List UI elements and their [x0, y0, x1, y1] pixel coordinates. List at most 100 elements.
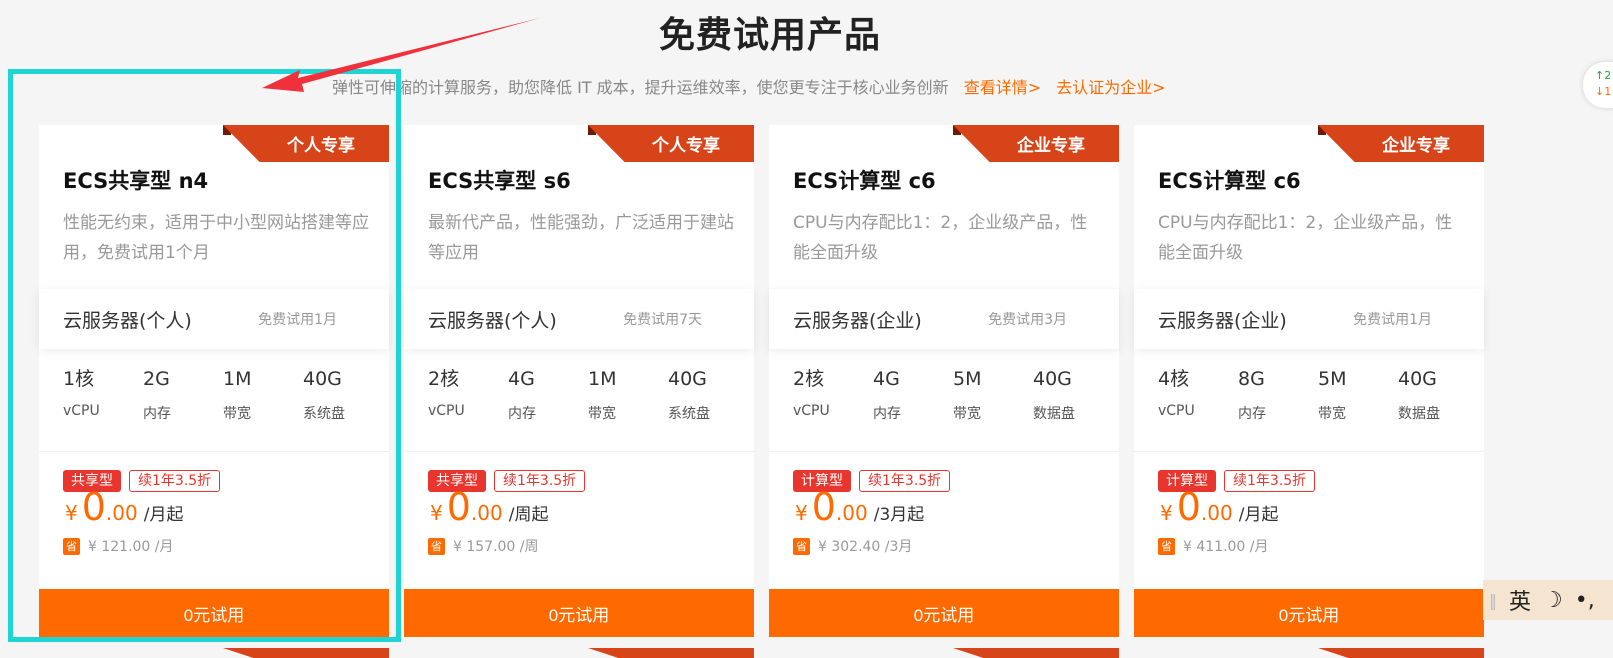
price-decimal: .00: [105, 501, 138, 525]
divider: [404, 451, 754, 452]
plan-row[interactable]: 云服务器(企业) 免费试用1月: [1134, 289, 1484, 349]
spec-unit: vCPU: [428, 403, 465, 419]
spec-value: 1M: [223, 368, 252, 390]
save-icon: 省: [1158, 537, 1175, 555]
ribbon-badge: 企业专享: [953, 125, 1119, 162]
price-integer: 0: [811, 485, 836, 529]
product-card: 个人专享 ECS共享型 n4 性能无约束，适用于中小型网站搭建等应用，免费试用1…: [39, 125, 389, 637]
spec-cpu: 2核 vCPU: [793, 363, 873, 423]
spec-cpu: 4核 vCPU: [1158, 363, 1238, 423]
spec-value: 40G: [1398, 368, 1437, 390]
plan-trial: 免费试用7天: [623, 312, 702, 328]
spec-disk: 40G 数据盘: [1033, 363, 1113, 423]
spec-value: 4G: [873, 368, 900, 390]
divider: [1134, 451, 1484, 452]
currency-symbol: ¥: [65, 501, 78, 525]
next-row-ribbon: [223, 648, 389, 658]
view-details-link[interactable]: 查看详情>: [964, 78, 1041, 97]
price-decimal: .00: [470, 501, 503, 525]
original-price-line: 省 ¥ 121.00 /月: [63, 536, 174, 556]
spec-value: 1核: [63, 368, 95, 390]
moon-icon[interactable]: ☽: [1543, 588, 1563, 613]
ribbon-badge: 企业专享: [1318, 125, 1484, 162]
save-icon: 省: [428, 537, 445, 555]
spec-value: 40G: [1033, 368, 1072, 390]
price-integer: 0: [1176, 485, 1201, 529]
product-cards: 个人专享 ECS共享型 n4 性能无约束，适用于中小型网站搭建等应用，免费试用1…: [39, 125, 1519, 637]
spec-list: 2核 vCPU 4G 内存 1M 带宽 40G 系统盘: [428, 363, 748, 423]
page-title: 免费试用产品: [658, 15, 881, 56]
price-period: /3月起: [873, 505, 925, 525]
spec-unit: 系统盘: [303, 406, 345, 422]
divider: [769, 451, 1119, 452]
spec-cpu: 1核 vCPU: [63, 363, 143, 423]
spec-bandwidth: 5M 带宽: [953, 363, 1033, 423]
spec-bandwidth: 1M 带宽: [588, 363, 668, 423]
ime-toolbar[interactable]: ‖ 英 ☽ •,: [1483, 580, 1613, 620]
price-decimal: .00: [835, 501, 868, 525]
currency-symbol: ¥: [430, 501, 443, 525]
spec-value: 1M: [588, 368, 617, 390]
spec-unit: 内存: [873, 406, 901, 422]
spec-memory: 8G 内存: [1238, 363, 1318, 423]
spec-bandwidth: 5M 带宽: [1318, 363, 1398, 423]
price: ¥ 0 .00 /3月起: [795, 485, 924, 529]
spec-value: 2核: [428, 368, 460, 390]
card-description: CPU与内存配比1：2，企业级产品，性能全面升级: [793, 213, 1088, 263]
card-title: ECS共享型 s6: [428, 169, 571, 193]
spec-list: 2核 vCPU 4G 内存 5M 带宽 40G 数据盘: [793, 363, 1113, 423]
spec-value: 8G: [1238, 368, 1265, 390]
drag-handle-icon[interactable]: ‖: [1489, 591, 1497, 610]
ime-language-toggle[interactable]: 英: [1509, 584, 1531, 616]
spec-memory: 4G 内存: [873, 363, 953, 423]
card-title: ECS计算型 c6: [793, 169, 936, 193]
product-card: 企业专享 ECS计算型 c6 CPU与内存配比1：2，企业级产品，性能全面升级 …: [1134, 125, 1484, 637]
spec-value: 4核: [1158, 368, 1190, 390]
ribbon-badge: 个人专享: [588, 125, 754, 162]
free-trial-button[interactable]: 0元试用: [39, 589, 389, 637]
spec-unit: 带宽: [953, 406, 981, 422]
spec-value: 40G: [303, 368, 342, 390]
ribbon-badge: 个人专享: [223, 125, 389, 162]
spec-memory: 2G 内存: [143, 363, 223, 423]
free-trial-button[interactable]: 0元试用: [769, 589, 1119, 637]
spec-value: 2G: [143, 368, 170, 390]
spec-list: 4核 vCPU 8G 内存 5M 带宽 40G 数据盘: [1158, 363, 1478, 423]
plan-trial: 免费试用3月: [988, 312, 1067, 328]
price-period: /月起: [143, 505, 184, 525]
plan-row[interactable]: 云服务器(个人) 免费试用1月: [39, 289, 389, 349]
original-price-line: 省 ¥ 302.40 /3月: [793, 536, 912, 556]
spec-unit: vCPU: [793, 403, 830, 419]
divider: [39, 451, 389, 452]
spec-unit: 带宽: [223, 406, 251, 422]
arrow-down-icon: ↓1: [1595, 85, 1612, 98]
original-price-line: 省 ¥ 157.00 /周: [428, 536, 539, 556]
spec-value: 2核: [793, 368, 825, 390]
price-integer: 0: [81, 485, 106, 529]
plan-row[interactable]: 云服务器(个人) 免费试用7天: [404, 289, 754, 349]
free-trial-button[interactable]: 0元试用: [404, 589, 754, 637]
subtitle-text: 弹性可伸缩的计算服务，助您降低 IT 成本，提升运维效率，使您更专注于核心业务创…: [332, 78, 949, 97]
plan-name: 云服务器(企业): [1158, 309, 1287, 332]
spec-disk: 40G 数据盘: [1398, 363, 1478, 423]
free-trial-button[interactable]: 0元试用: [1134, 589, 1484, 637]
page-subtitle: 弹性可伸缩的计算服务，助您降低 IT 成本，提升运维效率，使您更专注于核心业务创…: [332, 74, 1166, 98]
side-float-widget[interactable]: ↑2 ↓1: [1583, 62, 1613, 108]
spec-memory: 4G 内存: [508, 363, 588, 423]
product-card: 个人专享 ECS共享型 s6 最新代产品，性能强劲，广泛适用于建站等应用 云服务…: [404, 125, 754, 637]
next-row-ribbon: [588, 648, 754, 658]
spec-value: 4G: [508, 368, 535, 390]
original-price: ¥ 157.00 /周: [453, 539, 539, 555]
enterprise-cert-link[interactable]: 去认证为企业>: [1056, 78, 1165, 97]
punctuation-toggle[interactable]: •,: [1575, 588, 1595, 613]
card-description: CPU与内存配比1：2，企业级产品，性能全面升级: [1158, 213, 1453, 263]
card-title: ECS共享型 n4: [63, 169, 209, 193]
original-price: ¥ 302.40 /3月: [818, 539, 913, 555]
price: ¥ 0 .00 /月起: [65, 485, 183, 529]
plan-row[interactable]: 云服务器(企业) 免费试用3月: [769, 289, 1119, 349]
card-description: 性能无约束，适用于中小型网站搭建等应用，免费试用1个月: [63, 213, 369, 263]
next-row-ribbon: [953, 648, 1119, 658]
plan-name: 云服务器(个人): [63, 309, 192, 332]
spec-unit: 内存: [143, 406, 171, 422]
spec-value: 5M: [1318, 368, 1347, 390]
